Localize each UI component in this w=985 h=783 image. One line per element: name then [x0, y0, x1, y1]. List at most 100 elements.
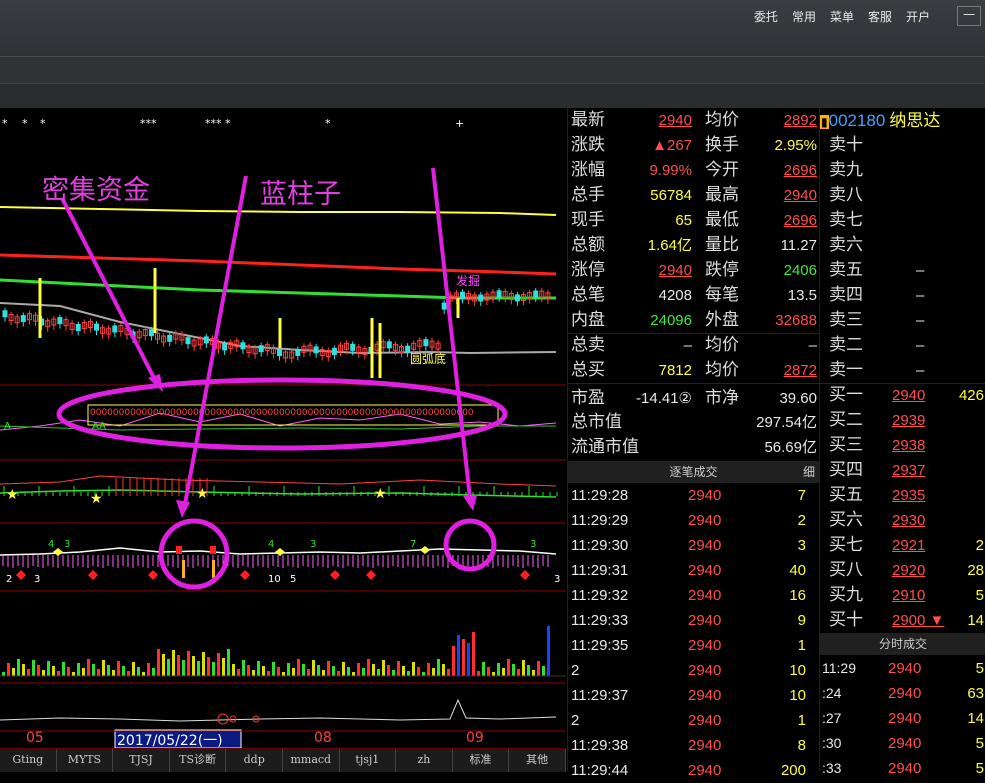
volume-bar: [97, 669, 100, 676]
quote-label: 今开: [705, 160, 739, 180]
quote-label: 现手: [571, 210, 605, 230]
buy-level[interactable]: 买六 2930: [820, 508, 985, 533]
detail-button[interactable]: 细: [803, 461, 815, 483]
volume-bar: [492, 672, 495, 676]
tick-time: :30: [822, 735, 842, 751]
volume-bar: [417, 667, 420, 676]
volume-bar: [2, 672, 5, 676]
svg-text:4: 4: [48, 539, 54, 550]
indicator-tab[interactable]: TS诊断: [170, 749, 227, 772]
indicator-tab[interactable]: 标准: [453, 749, 510, 772]
quote-label: 跌停: [705, 260, 739, 280]
quote-row: 涨停 2940 跌停 2406: [568, 258, 819, 283]
candle-body: [222, 343, 228, 351]
trade-time: 11:29:29: [571, 512, 629, 529]
indicator-tab[interactable]: TJSJ: [113, 749, 170, 772]
indicator-tab[interactable]: Gting: [0, 749, 57, 772]
volume-bar: [282, 672, 285, 676]
trade-price: 2940: [688, 562, 722, 579]
buy-level[interactable]: 买七 2921 2: [820, 533, 985, 558]
buy-level[interactable]: 买十 2900 ▼ 14: [820, 608, 985, 633]
quote-value: 2696: [783, 162, 817, 179]
trade-row: 11:29:37 2940 10: [568, 683, 810, 708]
sell-level[interactable]: 卖二 –: [820, 333, 985, 358]
quote-label: 总笔: [571, 285, 605, 305]
tick-price: 2940: [888, 760, 922, 777]
sell-level[interactable]: 卖九: [820, 158, 985, 183]
trade-detail-header[interactable]: 逐笔成交细: [568, 461, 819, 483]
volume-bar: [472, 632, 475, 676]
buy-level[interactable]: 买一 2940 426: [820, 383, 985, 408]
quote-value: 2.95%: [774, 137, 817, 154]
buy-level[interactable]: 买五 2935: [820, 483, 985, 508]
volume-bar: [177, 655, 180, 676]
svg-text:5: 5: [290, 574, 296, 585]
buy-level[interactable]: 买八 2920 28: [820, 558, 985, 583]
quote-value: 1.64亿: [647, 237, 692, 254]
quote-value: –: [683, 337, 692, 354]
buy-level[interactable]: 买四 2937: [820, 458, 985, 483]
tick-volume: 63: [967, 685, 984, 702]
volume-bar: [352, 672, 355, 676]
volume-bar: [547, 626, 550, 676]
quote-value: 2696: [783, 212, 817, 229]
buy-level[interactable]: 买二 2939: [820, 408, 985, 433]
top-bar: 委托 常用 菜单 客服 开户 一: [0, 0, 985, 56]
order-book: ▮002180 纳思达 卖十 卖九 卖八 卖七 卖六 卖五 – 卖四 – 卖三 – 卖二 – 卖一 – 买一 2…: [819, 108, 985, 777]
volume-bar: [537, 661, 540, 676]
volume-bar: [337, 671, 340, 676]
candle-body: [386, 341, 392, 349]
top-menu-item[interactable]: 常用: [785, 8, 823, 25]
indicator-tabs: Gting MYTS TJSJ TS诊断 ddp mmacd tjsj1 zh 标准 其他: [0, 748, 566, 772]
quote-label: 涨幅: [571, 160, 605, 180]
candle-body: [57, 317, 63, 325]
kline-chart[interactable]: * * * *** *** * * + 00000000000000000000…: [0, 108, 566, 749]
sell-level[interactable]: 卖一 –: [820, 358, 985, 383]
volume-bar: [117, 661, 120, 676]
indicator-tab[interactable]: zh: [396, 749, 453, 772]
trade-row: 11:29:38 2940 8: [568, 733, 810, 758]
tick-price: 2940: [888, 660, 922, 677]
volume-bar: [62, 662, 65, 676]
level-label: 买一: [829, 385, 863, 405]
sell-level[interactable]: 卖八: [820, 183, 985, 208]
trade-volume: 16: [789, 587, 806, 604]
sell-level[interactable]: 卖六: [820, 233, 985, 258]
level-price: 2938: [892, 437, 926, 454]
tick-header[interactable]: 分时成交: [820, 633, 985, 655]
buy-level[interactable]: 买三 2938: [820, 433, 985, 458]
sell-level[interactable]: 卖七: [820, 208, 985, 233]
indicator-tab[interactable]: tjsj1: [340, 749, 397, 772]
volume-bar: [52, 666, 55, 676]
quote-value: 2406: [783, 262, 817, 279]
volume-bar: [527, 665, 530, 676]
top-menu-item[interactable]: 菜单: [823, 8, 861, 25]
indicator-tab[interactable]: MYTS: [57, 749, 114, 772]
sell-level[interactable]: 卖五 –: [820, 258, 985, 283]
sell-level[interactable]: 卖四 –: [820, 283, 985, 308]
top-menu-item[interactable]: 客服: [861, 8, 899, 25]
tick-price: 2940: [888, 685, 922, 702]
tick-row: :30 2940 5: [820, 731, 985, 756]
volume-bar: [372, 664, 375, 676]
level-label: 卖九: [829, 160, 863, 180]
sell-level[interactable]: 卖三 –: [820, 308, 985, 333]
candle-body: [441, 302, 447, 310]
sell-level[interactable]: 卖十: [820, 133, 985, 158]
indicator-tab[interactable]: mmacd: [283, 749, 340, 772]
diamond-marker: [520, 570, 530, 580]
top-menu-item[interactable]: 开户: [899, 8, 937, 25]
volume-bar: [142, 672, 145, 676]
indicator-tab[interactable]: ddp: [226, 749, 283, 772]
minimize-button[interactable]: 一: [957, 6, 981, 26]
indicator-tab[interactable]: 其他: [509, 749, 566, 772]
volume-bar: [422, 672, 425, 676]
diamond-marker: [366, 570, 376, 580]
buy-level[interactable]: 买九 2910 5: [820, 583, 985, 608]
top-menu-item[interactable]: 委托: [747, 8, 785, 25]
trade-price: 2940: [688, 612, 722, 629]
trade-price: 2940: [688, 637, 722, 654]
quote-row: 内盘 24096 外盘 32688: [568, 308, 819, 333]
candle-body: [277, 349, 282, 357]
annotation-blue-bar: 蓝柱子: [260, 179, 341, 210]
